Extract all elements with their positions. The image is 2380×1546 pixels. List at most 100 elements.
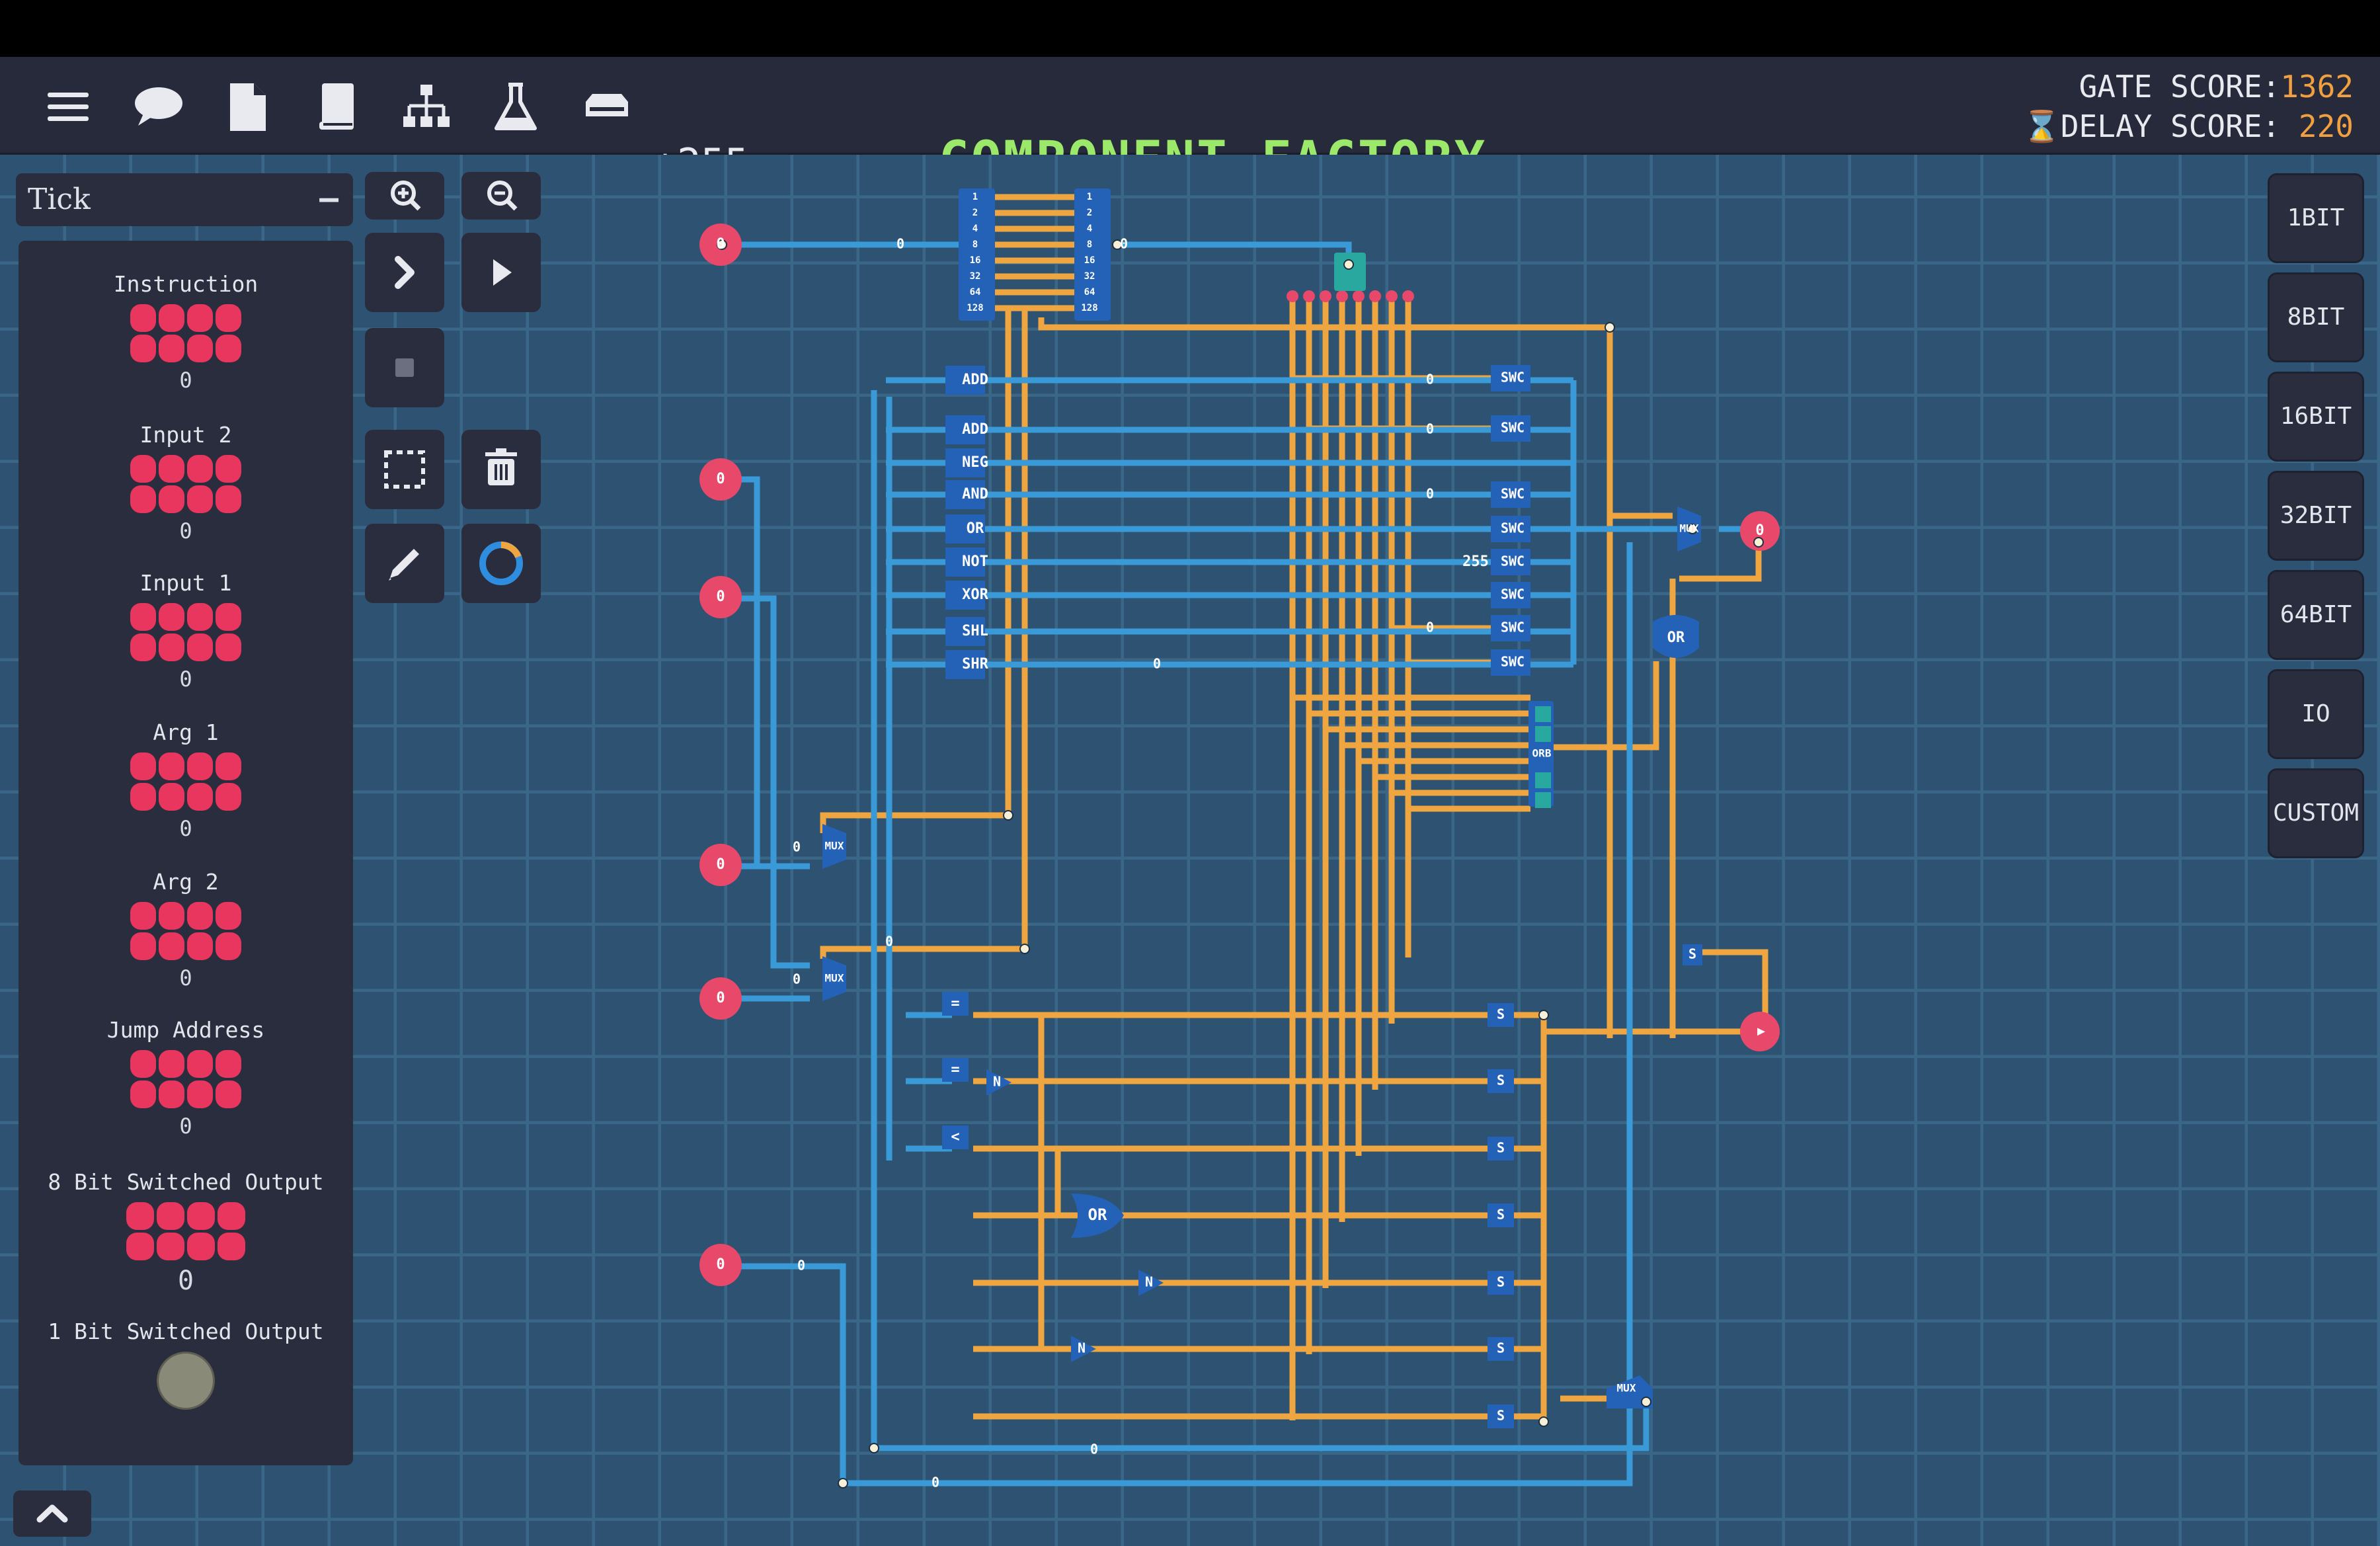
zoom-in-icon [391,181,421,211]
orb-indicator [1535,706,1551,722]
wire-node [1538,1010,1549,1020]
switch-gate-label: S [1497,1408,1505,1424]
zoom-in-button[interactable] [365,172,444,220]
bus-pin[interactable] [1386,290,1398,302]
not-label: N [1078,1340,1086,1356]
delete-button[interactable] [461,430,541,509]
bus-pin[interactable] [1402,290,1414,302]
pin-arrow: ▶ [1757,1023,1765,1039]
select-button[interactable] [365,430,444,509]
orb-indicator [1535,726,1551,742]
op-label: ADD [962,372,988,388]
hierarchy-icon[interactable] [397,77,456,136]
comparator-label: = [951,995,959,1012]
chat-icon[interactable] [129,77,188,136]
byte-display[interactable] [129,602,243,665]
or-label: OR [1667,630,1685,646]
bit-label: 16 [1084,255,1095,266]
bit-label: 16 [970,255,981,266]
byte-maker[interactable] [1074,188,1111,321]
wire-node [1019,944,1030,954]
bus-pin[interactable] [1320,290,1331,302]
wire-node [1538,1416,1549,1427]
bus-pin[interactable] [1287,290,1298,302]
zoom-out-button[interactable] [461,172,541,220]
op-label: NOT [962,553,988,570]
drive-icon[interactable] [574,77,640,136]
switch-gate-label: S [1688,946,1696,962]
wire-value: 0 [1090,1442,1098,1457]
op-label: AND [962,486,988,503]
not-label: N [1145,1274,1153,1290]
color-button[interactable] [461,524,541,603]
tick-selector[interactable]: Tick – [16,173,353,226]
circuit-diagram[interactable]: 0 0 0 0 0 0 0 ▶ 1 1 2 2 4 4 8 8 16 16 32 32 64 64 128 128 ADD ADD… [0,155,2380,1546]
wire-value: 0 [1153,656,1161,672]
bit-label: 8 [972,239,978,250]
stop-icon [395,358,414,377]
byte-display[interactable] [129,303,243,366]
expand-panel-button[interactable] [13,1490,91,1537]
switch-label: SWC [1501,587,1525,602]
category-io[interactable]: IO [2268,669,2364,759]
op-label: SHR [962,656,988,672]
io-label: Arg 1 [153,719,219,745]
wire-node [1641,1397,1651,1407]
io-value: 0 [177,1266,194,1296]
category-8bit[interactable]: 8BIT [2268,272,2364,362]
orb-indicator [1535,772,1551,788]
bit-indicator[interactable] [157,1352,215,1410]
play-icon [493,259,512,286]
header-bar: +255 COMPONENT FACTORY GATE SCORE:1362 ⌛… [0,57,2380,188]
wire-node [1605,322,1615,333]
io-label: Input 2 [139,422,232,448]
io-label: Instruction [113,271,258,297]
category-1bit[interactable]: 1BIT [2268,173,2364,263]
io-label: 8 Bit Switched Output [48,1169,324,1195]
book-icon[interactable] [307,77,367,136]
bus-pin[interactable] [1353,290,1365,302]
menu-icon[interactable] [38,77,98,136]
wire-value: 0 [1426,620,1434,635]
byte-display[interactable] [125,1201,247,1264]
switch-gate-label: S [1497,1340,1505,1356]
bit-label: 8 [1087,239,1092,250]
byte-display[interactable] [129,1049,243,1112]
test-component[interactable] [1334,253,1366,291]
category-custom[interactable]: CUSTOM [2268,768,2364,858]
bus-pin[interactable] [1369,290,1381,302]
byte-display[interactable] [129,751,243,815]
stop-button[interactable] [365,328,444,407]
document-icon[interactable] [218,77,278,136]
io-value: 0 [179,1114,192,1139]
bit-label: 128 [1081,303,1097,313]
pin-value: 0 [716,471,725,487]
bit-label: 4 [1087,224,1092,234]
play-button[interactable] [461,233,541,312]
collapse-icon[interactable]: – [319,180,338,217]
mux-label: MUX [825,840,844,852]
op-label: ADD [962,421,988,438]
byte-display[interactable] [129,454,243,517]
bus-pin[interactable] [1303,290,1315,302]
flask-icon[interactable] [486,77,545,136]
mux-label: MUX [1680,522,1699,535]
bit-label: 128 [967,303,983,313]
bit-label: 2 [972,208,978,218]
switch-label: SWC [1501,553,1525,569]
byte-display[interactable] [129,901,243,964]
circuit-canvas[interactable]: 0 0 0 0 0 0 0 ▶ 1 1 2 2 4 4 8 8 16 16 32 32 64 64 128 128 ADD ADD… [0,155,2380,1546]
bit-label: 64 [970,287,981,298]
category-16bit[interactable]: 16BIT [2268,372,2364,462]
chevron-right-icon [395,256,415,289]
bit-label: 1 [1087,192,1092,202]
wire-node [1753,537,1764,548]
mux-label: MUX [1617,1382,1636,1395]
step-button[interactable] [365,233,444,312]
selection-icon [384,450,425,489]
category-64bit[interactable]: 64BIT [2268,570,2364,660]
orb-indicator [1535,792,1551,808]
bus-pin[interactable] [1336,290,1348,302]
draw-button[interactable] [365,524,444,603]
category-32bit[interactable]: 32BIT [2268,471,2364,561]
